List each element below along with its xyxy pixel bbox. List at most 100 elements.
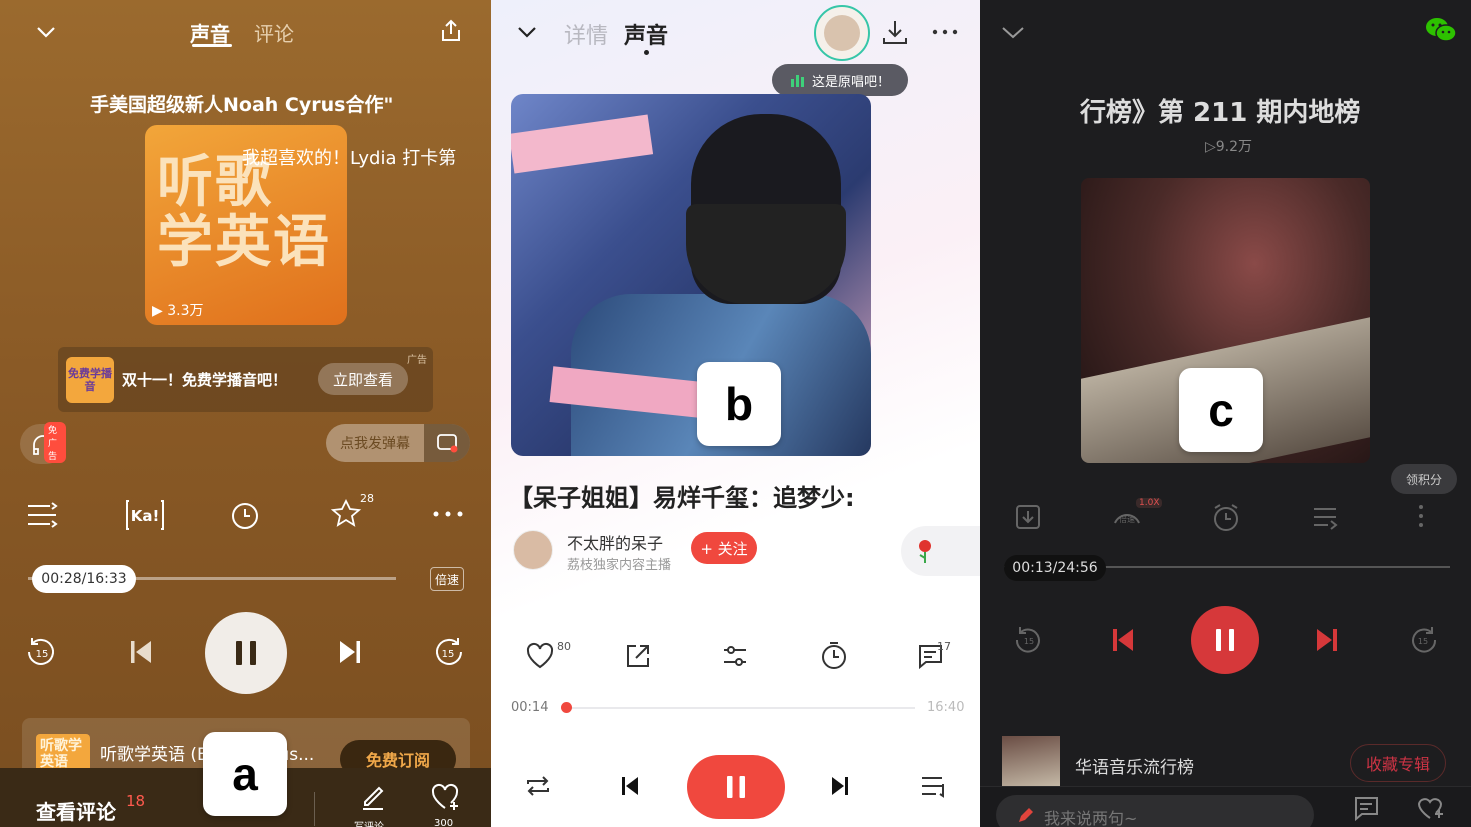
tab-bar: 声音 评论 (190, 18, 294, 47)
like-heart-icon[interactable] (525, 642, 555, 670)
track-title: 行榜》第 211 期内地榜 (1080, 98, 1361, 128)
comment-icon[interactable] (1352, 795, 1380, 821)
playlist-icon[interactable] (26, 500, 58, 530)
ad-logo: 免费学播音 (66, 357, 114, 403)
previous-icon[interactable] (619, 774, 641, 798)
progress-thumb[interactable] (560, 702, 572, 713)
next-icon[interactable] (337, 638, 363, 666)
track-title: 手美国超级新人Noah Cyrus合作" (90, 94, 394, 116)
playlist-icon[interactable] (1311, 503, 1339, 531)
svg-text:15: 15 (1024, 637, 1034, 646)
karaoke-icon[interactable]: Ka! (125, 498, 165, 532)
alarm-timer-icon[interactable] (1212, 502, 1240, 532)
original-singer-tip: 这是原唱吧！ (772, 64, 908, 96)
more-icon[interactable] (931, 22, 959, 42)
share-icon[interactable] (438, 18, 464, 44)
svg-text:15: 15 (36, 649, 49, 660)
svg-text:15: 15 (442, 649, 455, 660)
comment-input[interactable]: 我来说两句~ (996, 795, 1314, 827)
like-heart-icon[interactable] (1416, 795, 1446, 821)
divider (314, 792, 315, 826)
progress-time[interactable]: 00:13/24:56 (1004, 555, 1106, 581)
send-danmaku-label: 点我发弹幕 (340, 436, 410, 452)
rewind-15-icon[interactable]: 15 (24, 635, 58, 669)
host-avatar[interactable] (513, 530, 553, 570)
pause-button[interactable] (205, 612, 287, 694)
pause-button[interactable] (1191, 606, 1259, 674)
player-panel-b: 详情 声音 这是原唱吧！ 【呆子姐姐】易烊千玺：追梦少: 不太胖的呆子 荔枝独家… (491, 0, 980, 827)
send-flower-button[interactable]: 送花支持 (901, 526, 980, 576)
tab-detail[interactable]: 详情 (564, 18, 608, 50)
pause-icon (1216, 629, 1234, 651)
cover-text-line2: 学英语 (157, 210, 331, 275)
points-tip[interactable]: 领积分 (1391, 464, 1457, 494)
send-danmaku-button[interactable]: 点我发弹幕 (326, 424, 470, 462)
play-count-value: 3.3万 (167, 303, 204, 319)
collect-album-button[interactable]: 收藏专辑 (1350, 744, 1446, 782)
next-icon[interactable] (829, 774, 851, 798)
host-name[interactable]: 不太胖的呆子 (567, 530, 663, 554)
wechat-icon[interactable] (1424, 16, 1458, 44)
progress-time[interactable]: 00:28/16:33 (32, 565, 136, 593)
pause-button[interactable] (687, 755, 785, 819)
previous-icon[interactable] (128, 638, 154, 666)
ad-tag: 广告 (407, 355, 427, 366)
next-icon[interactable] (1314, 626, 1340, 654)
panel-label-a: a (203, 732, 287, 816)
tab-audio[interactable]: 声音 (624, 18, 668, 50)
previous-icon[interactable] (1110, 626, 1136, 654)
collapse-chevron-icon[interactable] (34, 20, 58, 44)
like-count: 300 (434, 818, 454, 827)
original-singer-tip-text: 这是原唱吧！ (811, 74, 890, 90)
player-panel-a: 声音 评论 手美国超级新人Noah Cyrus合作" 听歌 学英语 我超喜欢的！L… (0, 0, 491, 827)
follow-button[interactable]: + 关注 (691, 532, 757, 564)
view-comments-button[interactable]: 查看评论 (36, 796, 116, 825)
svg-text:15: 15 (1418, 637, 1428, 646)
collapse-chevron-icon[interactable] (1000, 20, 1026, 44)
tab-audio[interactable]: 声音 (190, 18, 230, 47)
remove-ads-button[interactable]: 免广告 (20, 422, 66, 464)
play-count: ▷9.2万 (1205, 139, 1253, 155)
ad-view-button[interactable]: 立即查看 (318, 363, 408, 395)
tab-bar: 详情 声音 (564, 18, 668, 50)
danmaku-toggle[interactable] (424, 424, 470, 462)
call-count: 28 (360, 492, 374, 505)
equalizer-icon[interactable] (721, 642, 749, 670)
panel-label-c: c (1179, 368, 1263, 452)
write-comment-icon[interactable] (360, 782, 386, 812)
progress-track[interactable] (561, 707, 915, 709)
play-count: ▶ 3.3万 (152, 303, 204, 319)
svg-text:倍速: 倍速 (1119, 514, 1135, 524)
more-vertical-icon[interactable] (1416, 503, 1426, 529)
danmaku-text: 我超喜欢的！Lydia 打卡第 (242, 148, 457, 169)
like-heart-icon[interactable] (430, 782, 462, 812)
pause-icon (727, 776, 745, 798)
timer-icon[interactable] (230, 500, 260, 530)
ad-text: 双十一！免费学播音吧！ (122, 371, 288, 389)
bars-icon (790, 75, 804, 87)
forward-15-icon[interactable]: 15 (432, 635, 466, 669)
forward-15-icon[interactable]: 15 (1408, 624, 1440, 656)
ad-banner[interactable]: 免费学播音 双十一！免费学播音吧！ 立即查看 广告 (58, 347, 433, 412)
player-panel-c: 行榜》第 211 期内地榜 ▷9.2万 领积分 倍速 1.0X 00:13/24… (980, 0, 1471, 827)
timer-icon[interactable] (820, 640, 848, 670)
download-icon[interactable] (881, 18, 909, 46)
playlist-icon[interactable] (919, 772, 947, 800)
download-icon[interactable] (1014, 503, 1042, 531)
album-thumbnail[interactable] (1002, 736, 1060, 786)
repeat-icon[interactable] (523, 772, 553, 800)
original-singer-avatar[interactable] (814, 5, 870, 61)
rewind-15-icon[interactable]: 15 (1012, 624, 1044, 656)
comment-count: 18 (126, 792, 146, 810)
share-icon[interactable] (624, 642, 652, 670)
time-current: 00:14 (511, 700, 549, 715)
no-ad-badge: 免广告 (44, 422, 66, 463)
pencil-icon (1019, 808, 1033, 822)
tab-comments[interactable]: 评论 (254, 18, 294, 47)
album-name[interactable]: 华语音乐流行榜 (1075, 753, 1194, 778)
collapse-chevron-icon[interactable] (515, 20, 539, 44)
more-icon[interactable] (432, 504, 464, 524)
like-count: 80 (557, 640, 571, 653)
call-star-icon[interactable] (330, 498, 364, 530)
speed-button[interactable]: 倍速 (430, 567, 464, 591)
